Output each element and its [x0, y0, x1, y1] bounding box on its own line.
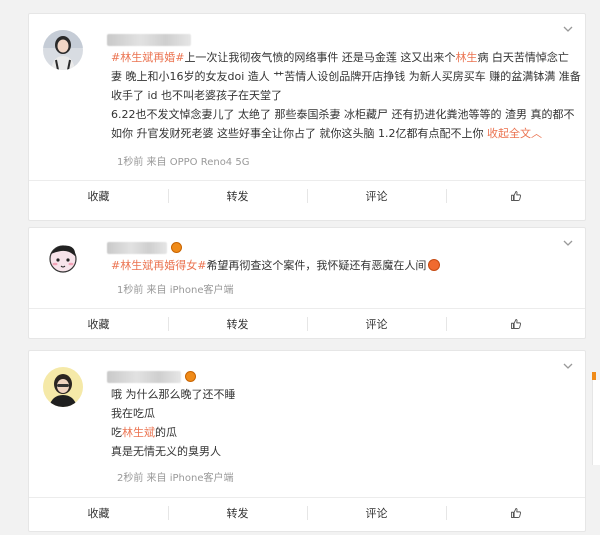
text-segment: 收手了 id 也不叫老婆孩子在天堂了	[111, 89, 283, 102]
text-segment: 哦 为什么那么晚了还不睡	[111, 388, 236, 401]
content-line: 真是无情无义的臭男人	[111, 442, 569, 461]
collect-button[interactable]: 收藏	[29, 498, 168, 528]
hashtag-link[interactable]: #林生斌再婚#	[111, 51, 184, 64]
text-segment: 病 白天苦情悼念亡	[477, 51, 569, 64]
post-meta: 1秒前 来自 iPhone客户端	[117, 285, 234, 296]
action-bar: 收藏 转发 评论	[29, 497, 585, 528]
content-line: 哦 为什么那么晚了还不睡	[111, 385, 569, 404]
like-button[interactable]	[446, 309, 585, 339]
comment-button[interactable]: 评论	[307, 309, 446, 339]
username-blurred[interactable]	[107, 242, 167, 254]
username-blurred[interactable]	[107, 371, 181, 383]
hashtag-link[interactable]: #林生斌再婚得女#	[111, 259, 206, 272]
avatar[interactable]	[43, 367, 83, 407]
keyword-highlight: 林生	[455, 51, 478, 64]
post-card: #林生斌再婚#上一次让我彻夜气愤的网络事件 还是马金莲 这又出来个林生病 白天苦…	[28, 13, 586, 221]
vip-badge-icon	[171, 242, 182, 253]
comment-button[interactable]: 评论	[307, 181, 446, 211]
like-button[interactable]	[446, 498, 585, 528]
text-segment: 6.22也不发文悼念妻儿了 太绝了 那些泰国杀妻 冰柜藏尸 还有扔进化粪池等等的…	[111, 108, 575, 121]
text-segment: 的瓜	[155, 426, 177, 439]
content-line: 我在吃瓜	[111, 404, 569, 423]
username-blurred[interactable]	[107, 34, 191, 46]
content-line: 如你 升官发财死老婆 这些好事全让你占了 就你这头脑 1.2亿都有点配不上你 收…	[111, 124, 569, 143]
content-line: #林生斌再婚#上一次让我彻夜气愤的网络事件 还是马金莲 这又出来个林生病 白天苦…	[111, 48, 569, 67]
post-meta: 2秒前 来自 iPhone客户端	[117, 473, 234, 484]
repost-button[interactable]: 转发	[168, 181, 307, 211]
text-segment: 希望再彻查这个案件，我怀疑还有恶魔在人间	[206, 259, 427, 272]
thumbs-up-icon	[510, 191, 521, 201]
text-segment: 我在吃瓜	[111, 407, 155, 420]
collect-button[interactable]: 收藏	[29, 309, 168, 339]
text-segment: 妻 晚上和小16岁的女友doi 造人 艹苦情人设创品牌开店挣钱 为新人买房买车 …	[111, 70, 581, 83]
action-bar: 收藏 转发 评论	[29, 180, 585, 211]
content-line: 收手了 id 也不叫老婆孩子在天堂了	[111, 86, 569, 105]
comment-button[interactable]: 评论	[307, 498, 446, 528]
avatar[interactable]	[43, 30, 83, 70]
chevron-down-icon[interactable]	[561, 359, 575, 373]
post-card: 哦 为什么那么晚了还不睡 我在吃瓜 吃林生斌的瓜 真是无情无义的臭男人 2秒前 …	[28, 350, 586, 532]
post-card: #林生斌再婚得女#希望再彻查这个案件，我怀疑还有恶魔在人间 1秒前 来自 iPh…	[28, 227, 586, 339]
collapse-link[interactable]: 收起全文	[487, 127, 531, 140]
content-line: 吃林生斌的瓜	[111, 423, 569, 442]
like-button[interactable]	[446, 181, 585, 211]
text-segment: 吃	[111, 426, 122, 439]
vip-badge-icon	[185, 371, 196, 382]
repost-button[interactable]: 转发	[168, 309, 307, 339]
thumbs-up-icon	[510, 508, 521, 518]
text-segment: 上一次让我彻夜气愤的网络事件 还是马金莲 这又出来个	[184, 51, 456, 64]
collect-button[interactable]: 收藏	[29, 181, 168, 211]
angry-emoji-icon	[428, 259, 441, 271]
thumbs-up-icon	[510, 319, 521, 329]
avatar[interactable]	[43, 238, 83, 278]
text-segment: 真是无情无义的臭男人	[111, 445, 221, 458]
chevron-down-icon[interactable]	[561, 236, 575, 250]
keyword-highlight: 林生斌	[122, 426, 155, 439]
sidebar-edge	[592, 380, 600, 465]
action-bar: 收藏 转发 评论	[29, 308, 585, 339]
post-content: #林生斌再婚#上一次让我彻夜气愤的网络事件 还是马金莲 这又出来个林生病 白天苦…	[111, 48, 581, 143]
post-meta: 1秒前 来自 OPPO Reno4 5G	[117, 157, 250, 168]
post-content: #林生斌再婚得女#希望再彻查这个案件，我怀疑还有恶魔在人间	[111, 256, 569, 275]
text-segment: 如你 升官发财死老婆 这些好事全让你占了 就你这头脑 1.2亿都有点配不上你	[111, 127, 487, 140]
post-content: 哦 为什么那么晚了还不睡 我在吃瓜 吃林生斌的瓜 真是无情无义的臭男人	[111, 385, 569, 461]
content-line: 6.22也不发文悼念妻儿了 太绝了 那些泰国杀妻 冰柜藏尸 还有扔进化粪池等等的…	[111, 105, 574, 124]
chevron-down-icon[interactable]	[561, 22, 575, 36]
content-line: 妻 晚上和小16岁的女友doi 造人 艹苦情人设创品牌开店挣钱 为新人买房买车 …	[111, 67, 581, 86]
content-line: #林生斌再婚得女#希望再彻查这个案件，我怀疑还有恶魔在人间	[111, 256, 569, 275]
collapse-link[interactable]: ︿	[531, 127, 542, 140]
repost-button[interactable]: 转发	[168, 498, 307, 528]
